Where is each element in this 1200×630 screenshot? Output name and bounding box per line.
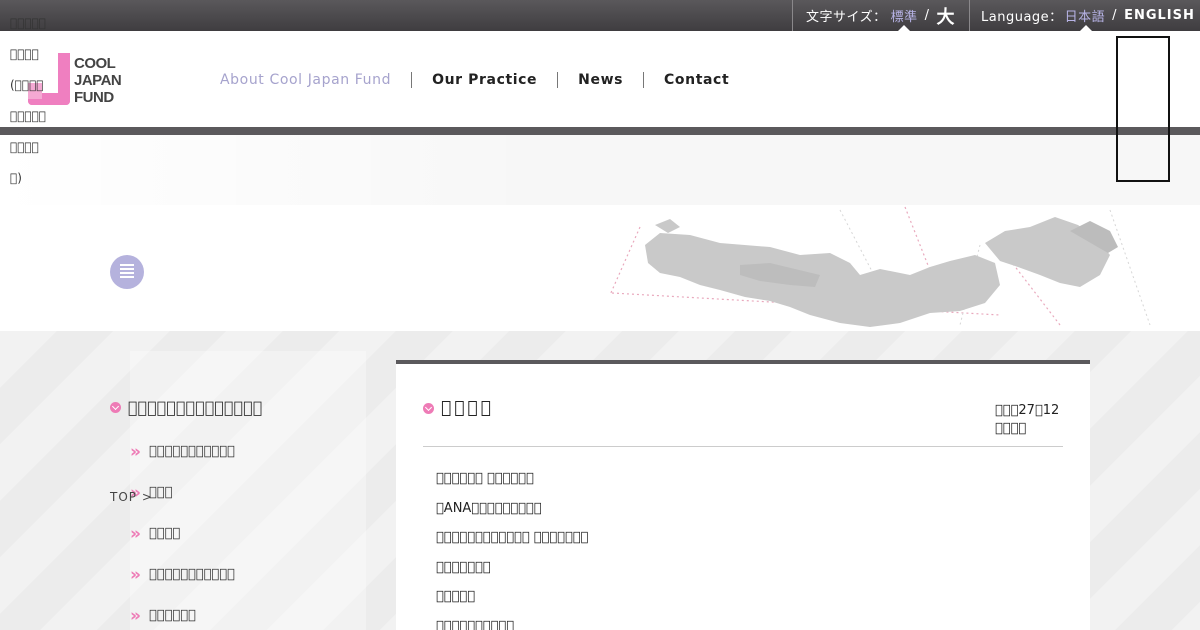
overflow-sidebar-text:            (                 ) <box>10 8 46 194</box>
article-date-line:    27 12 <box>995 403 1060 418</box>
article-line:         <box>436 559 491 575</box>
main-nav: About Cool Japan Fund Our Practice News … <box>220 72 729 88</box>
sidebar-item-label:             <box>148 567 235 582</box>
article-body:                ANA                      … <box>436 471 588 630</box>
article-line:                      <box>436 530 589 545</box>
nav-news[interactable]: News <box>578 72 623 88</box>
overflow-text-line:       <box>10 16 47 30</box>
language-ja-button[interactable]: 日本語 <box>1065 6 1106 25</box>
nav-divider <box>643 72 645 88</box>
logo-line: COOL <box>74 55 116 72</box>
language-label: Language： <box>981 10 1063 25</box>
logo-mark <box>58 53 70 95</box>
divider <box>423 446 1063 447</box>
font-size-large-button[interactable]: 大 <box>937 3 956 29</box>
article-line:            <box>436 618 515 630</box>
main-content:                »             »     »    … <box>0 331 1200 630</box>
font-size-separator: / <box>924 8 930 23</box>
chevron-down-circle-icon <box>110 402 121 413</box>
hero-banner <box>0 135 1200 331</box>
article-line:               <box>436 471 534 486</box>
logo-line: JAPAN <box>74 72 122 89</box>
nav-contact[interactable]: Contact <box>664 72 729 88</box>
sidebar-item[interactable]: »             <box>130 567 235 608</box>
article-line:       <box>436 589 476 604</box>
article-title-text:      <box>441 398 494 418</box>
overflow-text-line:      <box>10 140 39 154</box>
logo-wordmark: COOL JAPAN FUND <box>74 55 122 106</box>
nav-divider <box>411 72 413 88</box>
font-size-label: 文字サイズ： <box>806 10 887 25</box>
overflow-text-line:  ) <box>10 171 22 185</box>
double-chevron-right-icon: » <box>130 442 141 462</box>
overflow-text-line:       <box>10 109 47 123</box>
nav-divider <box>557 72 559 88</box>
nav-about[interactable]: About Cool Japan Fund <box>220 72 391 88</box>
chevron-down-circle-icon <box>423 402 434 414</box>
menu-toggle-button[interactable] <box>1116 36 1170 182</box>
utility-bar: 文字サイズ： 標準 / 大 Language： 日本語 / ENGLISH <box>0 0 1200 31</box>
overflow-text-line: (     <box>10 78 44 92</box>
header-underline <box>0 127 1200 135</box>
article-panel:         27 12                     ANA   … <box>396 360 1090 630</box>
article-line:  ANA          <box>436 500 542 516</box>
double-chevron-right-icon: » <box>130 565 141 585</box>
sidebar-item[interactable]: »             <box>130 444 235 485</box>
breadcrumb[interactable]: TOP > <box>110 490 153 504</box>
sidebar-item[interactable]: »      <box>130 526 235 567</box>
sidebar-item-label:             <box>148 444 235 459</box>
language-en-button[interactable]: ENGLISH <box>1124 8 1195 23</box>
logo-line: FUND <box>74 89 114 106</box>
font-size-control: 文字サイズ： 標準 / 大 <box>806 0 955 31</box>
nav-our-practice[interactable]: Our Practice <box>432 72 537 88</box>
sidebar-item-label:      <box>148 526 181 541</box>
divider <box>969 0 970 31</box>
overflow-text-line:      <box>10 47 39 61</box>
sidebar-title:                <box>110 398 262 417</box>
article-date:    27 12      <box>995 402 1059 438</box>
double-chevron-right-icon: » <box>130 524 141 544</box>
building-icon <box>110 255 144 289</box>
double-chevron-right-icon: » <box>130 606 141 626</box>
sidebar-item-label:        <box>148 608 196 623</box>
divider <box>792 0 793 31</box>
font-size-standard-button[interactable]: 標準 <box>891 6 918 25</box>
sidebar-item[interactable]: »        <box>130 608 235 630</box>
language-separator: / <box>1112 8 1118 23</box>
site-header: COOL JAPAN FUND About Cool Japan Fund Ou… <box>0 31 1200 127</box>
article-title:      <box>423 398 494 418</box>
japan-map-illustration <box>0 135 1200 331</box>
sidebar-list: »             »     »      »            … <box>130 444 235 630</box>
article-date-line:      <box>995 421 1027 436</box>
sidebar-title-text:                <box>128 398 263 417</box>
